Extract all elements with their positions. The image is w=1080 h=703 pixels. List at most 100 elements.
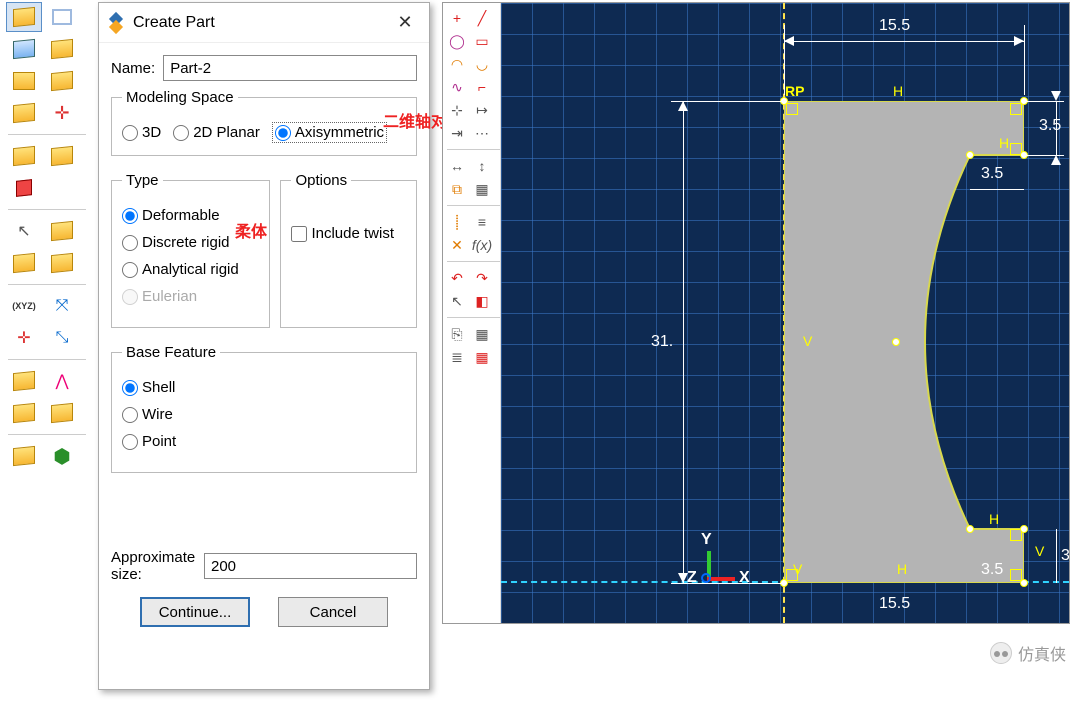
sketch-undo-icon[interactable]: ↶ — [445, 267, 469, 289]
tool-icon[interactable]: ↖ — [6, 216, 42, 246]
sketch-copy-icon[interactable]: ⎘ — [445, 323, 469, 345]
tool-icon[interactable]: ✛ — [44, 98, 80, 128]
create-part-icon[interactable] — [6, 2, 42, 32]
options-group: Options Include twist — [280, 172, 417, 328]
tool-icon[interactable] — [44, 66, 80, 96]
sketch-func-icon[interactable]: f(x) — [470, 234, 494, 256]
type-legend: Type — [122, 172, 163, 189]
dim-bot-width: 15.5 — [879, 595, 910, 613]
sketch-ddim-icon[interactable]: ⧉ — [445, 178, 469, 200]
datum-csys-icon[interactable]: (XYZ) — [6, 291, 42, 321]
radio-axisymmetric[interactable]: Axisymmetric — [272, 122, 387, 143]
sketch-fillet-icon[interactable]: ⌐ — [470, 76, 494, 98]
sketch-delete-icon[interactable]: ✕ — [445, 234, 469, 256]
rp-label: RP — [785, 83, 804, 99]
sketch-arc3-icon[interactable]: ◡ — [470, 53, 494, 75]
sketch-ref-icon[interactable]: ⋯ — [470, 122, 494, 144]
close-button[interactable]: ✕ — [389, 7, 421, 39]
sketch-matrix-icon[interactable]: ▦ — [470, 346, 494, 368]
sketch-redo-icon[interactable]: ↷ — [470, 267, 494, 289]
tool-icon[interactable] — [6, 173, 42, 203]
sketch-construct-icon[interactable]: ⊹ — [445, 99, 469, 121]
sketch-grid-icon[interactable]: ▦ — [470, 178, 494, 200]
constraint-v: V — [793, 561, 802, 577]
continue-button[interactable]: Continue... — [140, 597, 250, 627]
dialog-title: Create Part — [133, 14, 389, 32]
sketch-rect-icon[interactable]: ▭ — [470, 30, 494, 52]
approx-size-input[interactable] — [204, 553, 417, 579]
wechat-icon — [990, 642, 1012, 664]
sketch-line-icon[interactable]: ╱ — [470, 7, 494, 29]
sketch-cursor-icon[interactable]: ↖ — [445, 290, 469, 312]
sketch-toolbar: +╱ ◯▭ ◠◡ ∿⌐ ⊹↦ ⇥⋯ ↔↕ ⧉▦ ⸽≡ ✕f(x) ↶↷ ↖◧ ⎘… — [443, 3, 501, 623]
tool-icon[interactable] — [44, 141, 80, 171]
sketch-arc-icon[interactable]: ◠ — [445, 53, 469, 75]
base-feature-group: Base Feature Shell Wire Point — [111, 344, 417, 473]
options-legend: Options — [291, 172, 351, 189]
sketch-extend-icon[interactable]: ≡ — [470, 211, 494, 233]
sketch-trim-icon[interactable]: ⸽ — [445, 211, 469, 233]
dim-top-width: 15.5 — [879, 17, 910, 35]
tool-icon[interactable] — [44, 34, 80, 64]
radio-analytical-rigid[interactable]: Analytical rigid — [122, 261, 239, 278]
sketch-vdim-icon[interactable]: ↕ — [470, 155, 494, 177]
datum-axis-icon[interactable]: ⤧ — [44, 291, 80, 321]
create-part-dialog: Create Part ✕ Name: Modeling Space 3D 2D… — [98, 2, 430, 690]
part-manager-icon[interactable] — [44, 2, 80, 32]
radio-3d[interactable]: 3D — [122, 124, 161, 141]
view-triad: X Y Z — [687, 529, 747, 589]
tool-icon[interactable] — [6, 398, 42, 428]
constraint-h: H — [989, 511, 999, 527]
constraint-v: V — [1035, 543, 1044, 559]
radio-deformable[interactable]: Deformable — [122, 207, 220, 224]
watermark: 仿真侠 — [990, 641, 1066, 665]
tool-icon[interactable] — [44, 216, 80, 246]
checkbox-include-twist[interactable]: Include twist — [291, 225, 406, 242]
sketch-erase-icon[interactable]: ◧ — [470, 290, 494, 312]
tool-icon[interactable]: ✛ — [6, 323, 42, 353]
constraint-h: H — [897, 561, 907, 577]
tool-icon[interactable] — [6, 98, 42, 128]
sketch-project-icon[interactable]: ↦ — [470, 99, 494, 121]
tool-icon[interactable] — [6, 366, 42, 396]
radio-wire[interactable]: Wire — [122, 406, 173, 423]
dim-step-h-bot: 3.5 — [1061, 547, 1069, 565]
tool-icon[interactable]: ⬢ — [44, 441, 80, 471]
modeling-space-legend: Modeling Space — [122, 89, 238, 106]
tool-icon[interactable] — [6, 248, 42, 278]
constraint-h: H — [999, 135, 1009, 151]
sketch-hdim-icon[interactable]: ↔ — [445, 155, 469, 177]
sketch-list-icon[interactable]: ≣ — [445, 346, 469, 368]
tool-icon[interactable] — [6, 34, 42, 64]
tool-icon[interactable]: ⋀ — [44, 366, 80, 396]
tool-icon[interactable] — [44, 248, 80, 278]
cancel-button[interactable]: Cancel — [278, 597, 388, 627]
name-label: Name: — [111, 60, 155, 77]
tool-icon[interactable]: ⤡ — [44, 323, 80, 353]
sketch-canvas[interactable]: /* placeholder */ RP — [501, 3, 1069, 623]
constraint-v: V — [803, 333, 812, 349]
dim-step-w-bot: 3.5 — [981, 561, 1003, 579]
modeling-space-group: Modeling Space 3D 2D Planar Axisymmetric — [111, 89, 417, 156]
radio-2d-planar[interactable]: 2D Planar — [173, 124, 260, 141]
annotation-deformable: 柔体 — [235, 218, 267, 242]
tool-icon[interactable] — [6, 141, 42, 171]
radio-shell[interactable]: Shell — [122, 379, 175, 396]
sketch-circle-icon[interactable]: ◯ — [445, 30, 469, 52]
tool-icon[interactable] — [6, 441, 42, 471]
radio-discrete-rigid[interactable]: Discrete rigid — [122, 234, 230, 251]
tool-icon[interactable] — [6, 66, 42, 96]
sketch-grid2-icon[interactable]: ▦ — [470, 323, 494, 345]
base-feature-legend: Base Feature — [122, 344, 220, 361]
radio-eulerian: Eulerian — [122, 288, 197, 305]
sketch-point-icon[interactable]: + — [445, 7, 469, 29]
radio-point[interactable]: Point — [122, 433, 176, 450]
part-name-input[interactable] — [163, 55, 417, 81]
tool-icon[interactable] — [44, 398, 80, 428]
sketch-spline-icon[interactable]: ∿ — [445, 76, 469, 98]
sketch-viewport: +╱ ◯▭ ◠◡ ∿⌐ ⊹↦ ⇥⋯ ↔↕ ⧉▦ ⸽≡ ✕f(x) ↶↷ ↖◧ ⎘… — [442, 2, 1070, 624]
dim-step-w-top: 3.5 — [981, 165, 1003, 183]
sketch-offset-icon[interactable]: ⇥ — [445, 122, 469, 144]
module-toolbar: ✛ ↖ (XYZ) ⤧ ✛ ⤡ ⋀ ⬢ — [6, 2, 88, 471]
corner-marker-icon — [786, 103, 798, 115]
